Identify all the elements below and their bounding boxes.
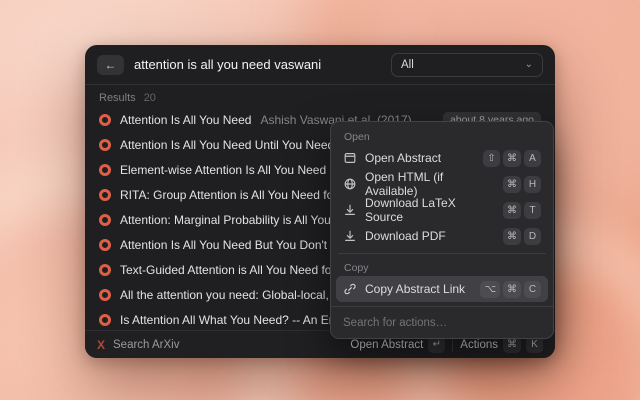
divider	[452, 338, 453, 352]
d-key-icon: D	[524, 228, 541, 245]
cmd-key-icon: ⌘	[503, 150, 521, 167]
option-key-icon: ⌥	[480, 281, 500, 298]
result-ring-icon	[99, 314, 111, 326]
h-key-icon: H	[524, 176, 541, 193]
filter-value: All	[401, 59, 414, 71]
shortcut-keys: ⌘ D	[503, 228, 541, 245]
actions-label: Actions	[460, 339, 498, 351]
filter-dropdown[interactable]: All ⌄	[391, 53, 543, 77]
cmd-key-icon: ⌘	[503, 281, 521, 298]
result-ring-icon	[99, 264, 111, 276]
menu-item-download-latex[interactable]: Download LaTeX Source ⌘ T	[336, 197, 548, 223]
result-ring-icon	[99, 214, 111, 226]
actions-search-input[interactable]	[343, 317, 541, 329]
menu-item-label: Open Abstract	[365, 151, 441, 165]
result-ring-icon	[99, 189, 111, 201]
menu-item-open-abstract[interactable]: Open Abstract ⇧ ⌘ A	[336, 145, 548, 171]
download-icon	[343, 203, 357, 217]
extension-name: Search ArXiv	[113, 339, 179, 351]
result-title: Attention Is All You Need	[120, 113, 251, 127]
result-title: Element-wise Attention Is All You Need	[120, 163, 326, 177]
menu-section-title-copy: Copy	[336, 258, 548, 276]
result-ring-icon	[99, 114, 111, 126]
link-icon	[343, 282, 357, 296]
results-count: 20	[144, 92, 156, 104]
menu-item-label: Open HTML (if Available)	[365, 170, 495, 198]
download-icon	[343, 229, 357, 243]
primary-action-label: Open Abstract	[350, 339, 423, 351]
globe-icon	[343, 177, 357, 191]
result-ring-icon	[99, 289, 111, 301]
chevron-down-icon: ⌄	[525, 59, 533, 70]
shortcut-keys: ⌘ H	[503, 176, 541, 193]
search-input[interactable]	[134, 57, 381, 72]
result-ring-icon	[99, 239, 111, 251]
arxiv-logo-icon: X	[97, 338, 105, 352]
shift-key-icon: ⇧	[483, 150, 500, 167]
shortcut-keys: ⌘ T	[503, 202, 541, 219]
result-ring-icon	[99, 164, 111, 176]
cmd-key-icon: ⌘	[503, 202, 521, 219]
menu-item-open-html[interactable]: Open HTML (if Available) ⌘ H	[336, 171, 548, 197]
menu-section-title-open: Open	[336, 127, 548, 145]
cmd-key-icon: ⌘	[503, 228, 521, 245]
results-label: Results	[99, 92, 136, 104]
back-button[interactable]: ←	[97, 55, 124, 75]
shortcut-keys: ⇧ ⌘ A	[483, 150, 541, 167]
a-key-icon: A	[524, 150, 541, 167]
t-key-icon: T	[524, 202, 541, 219]
divider	[338, 253, 546, 254]
c-key-icon: C	[524, 281, 541, 298]
document-icon	[343, 151, 357, 165]
results-section-header: Results 20	[85, 85, 555, 107]
menu-item-label: Download PDF	[365, 229, 446, 243]
menu-item-label: Copy Abstract Link	[365, 282, 465, 296]
shortcut-keys: ⌥ ⌘ C	[480, 281, 541, 298]
menu-item-copy-abstract-link[interactable]: Copy Abstract Link ⌥ ⌘ C	[336, 276, 548, 302]
actions-search	[331, 306, 553, 338]
desktop-background: { "header": { "back_label": "←", "search…	[0, 0, 640, 400]
launcher-window: ← All ⌄ Results 20 Attention Is All You …	[85, 45, 555, 358]
cmd-key-icon: ⌘	[503, 176, 521, 193]
search-header: ← All ⌄	[85, 45, 555, 85]
result-ring-icon	[99, 139, 111, 151]
menu-item-label: Download LaTeX Source	[365, 196, 495, 224]
menu-item-download-pdf[interactable]: Download PDF ⌘ D	[336, 223, 548, 249]
actions-context-menu: Open Open Abstract ⇧ ⌘ A Open HTML (if A…	[330, 121, 554, 339]
